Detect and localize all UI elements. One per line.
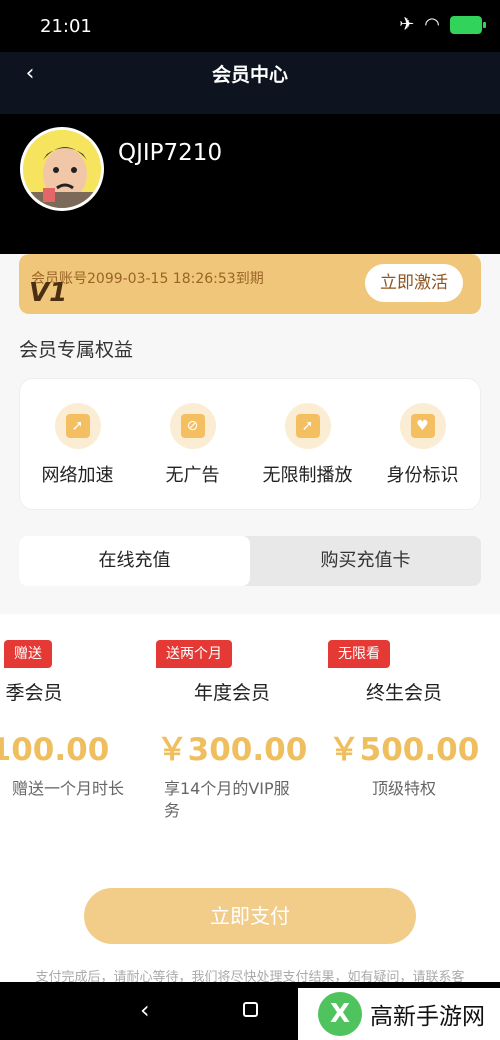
- plan-price: ￥100.00: [0, 732, 110, 768]
- avatar[interactable]: [20, 127, 104, 211]
- status-bar: 21:01 ✈ ◠: [0, 0, 500, 52]
- watermark-text: 高新手游网: [370, 1004, 485, 1030]
- recharge-tabs: 在线充值 购买充值卡: [19, 536, 481, 586]
- benefit-label: 身份标识: [386, 465, 459, 486]
- benefit-icon-circle: ➚: [284, 403, 331, 449]
- benefit-icon-circle: ♥: [399, 403, 446, 449]
- plan-description: 顶级特权: [372, 779, 437, 798]
- tab-online-recharge[interactable]: 在线充值: [19, 536, 250, 586]
- activate-button[interactable]: 立即激活: [365, 264, 463, 302]
- benefit-label: 无限制播放: [262, 465, 353, 486]
- benefit-unlimited-play[interactable]: ➚ 无限制播放: [250, 403, 365, 487]
- member-card: 会员账号2099-03-15 18:26:53到期 V1 立即激活: [19, 254, 481, 314]
- watermark-logo-icon: X: [318, 992, 362, 1036]
- plan-description: 享14个月的VIP服务: [164, 779, 290, 820]
- benefit-no-ads[interactable]: ⊘ 无广告: [135, 403, 250, 487]
- no-ad-icon: ⊘: [180, 414, 205, 438]
- plan-price: ￥500.00: [328, 732, 480, 768]
- benefit-icon-circle: ⊘: [169, 403, 216, 449]
- plan-description: 赠送一个月时长: [12, 779, 125, 798]
- benefit-icon-circle: ➚: [54, 403, 101, 449]
- plan-badge: 送两个月: [156, 640, 232, 668]
- benefit-label: 无广告: [165, 465, 220, 486]
- wifi-icon: ◠: [424, 14, 440, 35]
- benefit-network-speed[interactable]: ➚ 网络加速: [20, 403, 135, 487]
- benefits-title: 会员专属权益: [19, 339, 134, 361]
- heart-icon: ♥: [410, 414, 435, 438]
- nav-home-icon[interactable]: [243, 1002, 258, 1017]
- avatar-illustration: [23, 130, 101, 208]
- tab-buy-recharge-card[interactable]: 购买充值卡: [250, 536, 481, 586]
- pay-now-button[interactable]: 立即支付: [84, 888, 416, 944]
- nav-back-icon[interactable]: ‹: [140, 996, 150, 1024]
- vip-level-badge: V1: [29, 278, 68, 308]
- username: QJIP7210: [118, 140, 223, 166]
- profile-section: QJIP7210: [0, 114, 500, 254]
- benefit-identity-badge[interactable]: ♥ 身份标识: [365, 403, 480, 487]
- benefit-label: 网络加速: [41, 465, 114, 486]
- benefits-card: ➚ 网络加速 ⊘ 无广告 ➚ 无限制播放 ♥ 身份标识: [19, 378, 481, 510]
- rocket-icon: ➚: [65, 414, 90, 438]
- plan-name: 终生会员: [365, 682, 442, 704]
- plan-name: 季会员: [5, 682, 63, 704]
- plan-badge: 无限看: [328, 640, 390, 668]
- airplane-icon: ✈: [399, 14, 415, 35]
- rocket-icon: ➚: [295, 414, 320, 438]
- plan-badge: 赠送: [4, 640, 52, 668]
- site-watermark: X 高新手游网: [298, 988, 500, 1040]
- status-time: 21:01: [40, 16, 92, 37]
- plan-price: ￥300.00: [156, 732, 308, 768]
- status-icons: ✈ ◠: [399, 14, 486, 35]
- plan-name: 年度会员: [193, 682, 270, 704]
- page-title: 会员中心: [211, 64, 288, 86]
- page-header: ‹ 会员中心: [0, 52, 500, 114]
- battery-icon: [450, 15, 486, 34]
